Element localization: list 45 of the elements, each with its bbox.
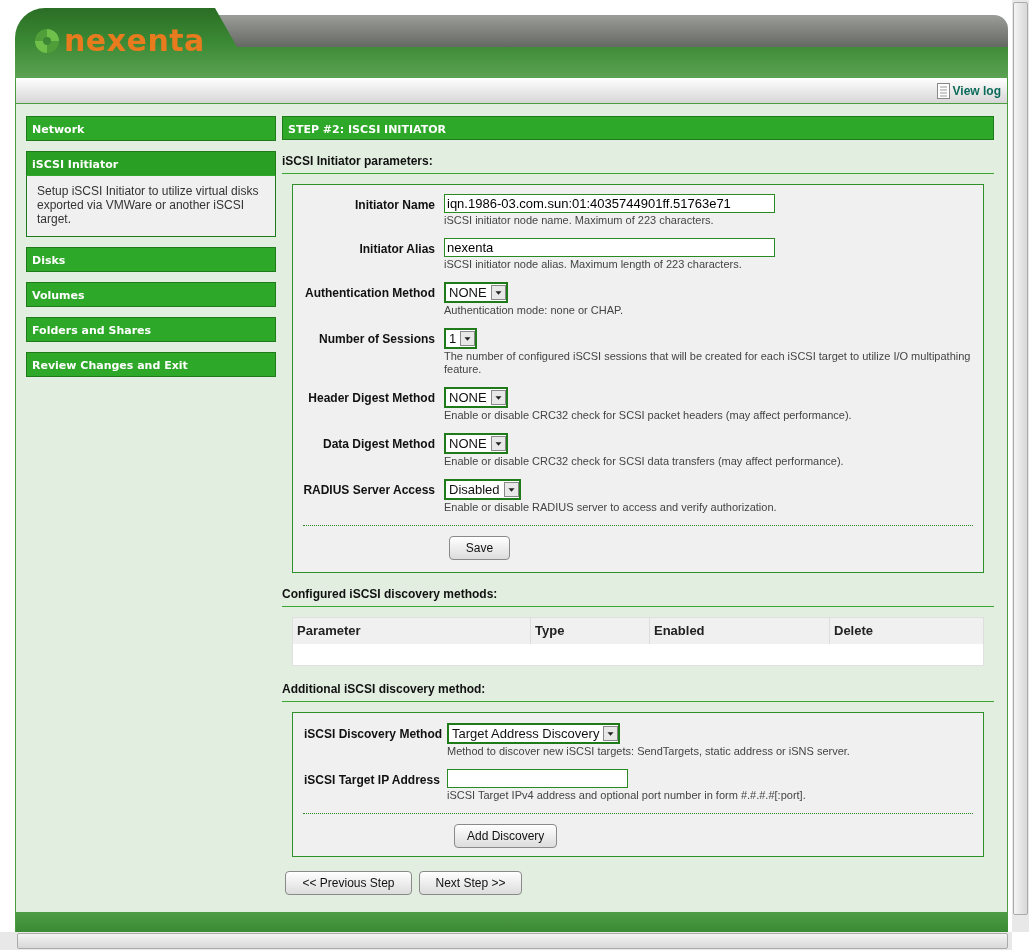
column-header: Type [530, 617, 650, 644]
field-hint: iSCSI initiator node name. Maximum of 223 characters. [444, 214, 715, 227]
column-header: Parameter [292, 617, 531, 644]
text-field[interactable] [447, 769, 628, 788]
add-discovery-button[interactable]: Add Discovery [454, 824, 558, 848]
field-label: Data Digest Method [322, 436, 436, 453]
column-header: Delete [829, 617, 984, 644]
section-title: Configured iSCSI discovery methods: [282, 573, 994, 607]
field-hint: The number of configured iSCSI sessions that will be created for each iSCSI target to utilize I/O multipathing feature. [444, 350, 972, 376]
field-hint: Enable or disable CRC32 check for SCSI data transfers (may affect performance). [444, 455, 844, 468]
field-label: RADIUS Server Access [302, 482, 436, 499]
field-label: iSCSI Discovery Method [303, 726, 444, 743]
dropdown-field[interactable]: NONE [444, 282, 508, 303]
field-label: Initiator Alias [358, 241, 436, 258]
field-hint: Enable or disable CRC32 check for SCSI packet headers (may affect performance). [444, 409, 852, 422]
field-label: iSCSI Target IP Address [303, 772, 441, 789]
previous-step-button[interactable]: << Previous Step [285, 871, 412, 895]
section-title: iSCSI Initiator parameters: [282, 140, 994, 174]
field-hint: Method to discover new iSCSI targets: SendTargets, static address or iSNS server. [447, 745, 850, 758]
text-field[interactable]: nexenta [444, 238, 775, 257]
save-button[interactable]: Save [449, 536, 510, 560]
field-hint: iSCSI initiator node alias. Maximum length of 223 characters. [444, 258, 743, 271]
dropdown-field[interactable]: NONE [444, 433, 508, 454]
field-label: Number of Sessions [317, 331, 436, 348]
dropdown-field[interactable]: Target Address Discovery [447, 723, 621, 744]
column-header: Enabled [649, 617, 830, 644]
step-description: Setup iSCSI Initiator to utilize virtual disks exported via VMWare or another iSCSI target. [26, 176, 276, 237]
logo-text: nexenta [64, 26, 205, 56]
vertical-scrollbar[interactable] [1012, 0, 1029, 932]
view-log-link[interactable]: View log [952, 81, 1001, 100]
text-field[interactable]: iqn.1986-03.com.sun:01:4035744901ff.51763e71 [444, 194, 775, 213]
dropdown-field[interactable]: NONE [444, 387, 508, 408]
field-label: Initiator Name [354, 197, 436, 214]
dropdown-field[interactable]: Disabled [444, 479, 521, 500]
field-hint: Authentication mode: none or CHAP. [444, 304, 623, 317]
field-hint: Enable or disable RADIUS server to access and verify authorization. [444, 501, 777, 514]
field-label: Header Digest Method [307, 390, 436, 407]
section-title: Additional iSCSI discovery method: [282, 666, 994, 702]
horizontal-scrollbar[interactable] [0, 932, 1012, 950]
next-step-button[interactable]: Next Step >> [419, 871, 522, 895]
document-icon [936, 82, 950, 99]
field-label: Authentication Method [304, 285, 436, 302]
field-hint: iSCSI Target IPv4 address and optional port number in form #.#.#.#[:port]. [447, 789, 806, 802]
step-title: STEP #2: ISCSI INITIATOR [282, 116, 994, 140]
dropdown-field[interactable]: 1 [444, 328, 478, 349]
